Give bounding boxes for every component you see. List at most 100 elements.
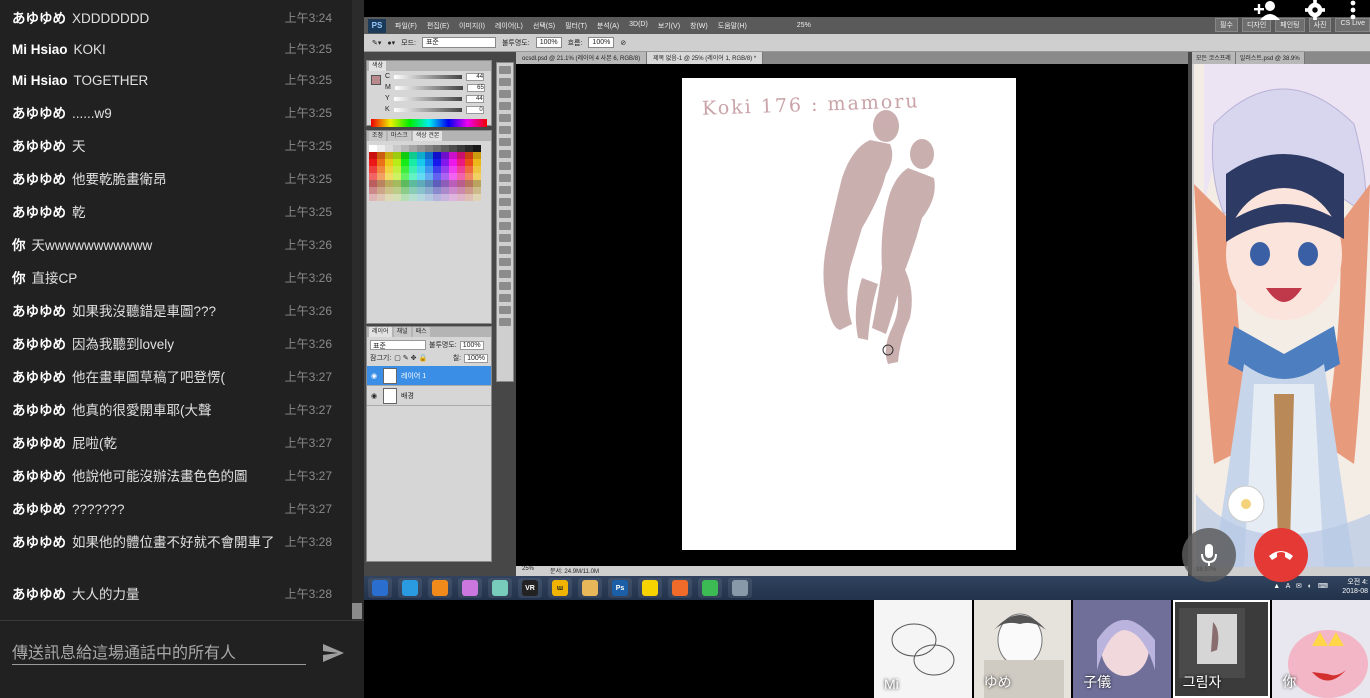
color-swatch[interactable] (409, 173, 417, 180)
tool-icon[interactable] (499, 258, 511, 266)
color-swatch[interactable] (449, 173, 457, 180)
color-swatch[interactable] (385, 159, 393, 166)
color-swatch[interactable] (457, 166, 465, 173)
taskbar-app-icon[interactable] (368, 578, 392, 598)
color-swatch[interactable] (465, 187, 473, 194)
system-tray[interactable]: ▲ A ✉ ◐ ⌨ (1273, 582, 1330, 590)
channel-slider[interactable] (394, 85, 463, 90)
color-swatch[interactable] (377, 187, 385, 194)
chat-scrollbar[interactable] (352, 0, 364, 620)
color-swatch[interactable] (417, 173, 425, 180)
color-swatch[interactable] (433, 166, 441, 173)
participant-tile[interactable]: 子儀 (1073, 600, 1171, 698)
tool-icon[interactable] (499, 66, 511, 74)
color-swatch[interactable] (457, 152, 465, 159)
status-zoom[interactable]: 25% (522, 566, 534, 576)
menu-item[interactable]: 선택(S) (528, 21, 560, 31)
color-swatch[interactable] (449, 159, 457, 166)
menu-item[interactable]: 이미지(I) (454, 21, 490, 31)
color-swatch[interactable] (425, 187, 433, 194)
color-swatch[interactable] (401, 152, 409, 159)
hang-up-button[interactable] (1254, 528, 1308, 582)
color-swatch[interactable] (385, 145, 393, 152)
color-swatch[interactable] (473, 159, 481, 166)
blend-mode-select[interactable]: 표준 (370, 340, 426, 350)
color-swatch[interactable] (369, 159, 377, 166)
color-swatch[interactable] (385, 173, 393, 180)
taskbar-app-icon[interactable] (638, 578, 662, 598)
taskbar-app-icon[interactable] (578, 578, 602, 598)
channel-slider[interactable] (393, 96, 462, 101)
color-swatch[interactable] (377, 159, 385, 166)
tool-icon[interactable] (499, 270, 511, 278)
tool-icon[interactable] (499, 162, 511, 170)
tool-icon[interactable] (499, 114, 511, 122)
color-swatch[interactable] (433, 159, 441, 166)
color-swatch[interactable] (377, 145, 385, 152)
color-swatch[interactable] (449, 166, 457, 173)
channel-value[interactable]: 44 (465, 94, 484, 103)
color-swatch[interactable] (465, 145, 473, 152)
tool-icon[interactable] (499, 126, 511, 134)
color-swatch[interactable] (433, 145, 441, 152)
eye-icon[interactable]: ◉ (371, 392, 379, 400)
color-swatch[interactable] (409, 194, 417, 201)
workspace-button[interactable]: CS Live (1335, 18, 1370, 32)
tool-icon[interactable] (499, 246, 511, 254)
color-swatch[interactable] (401, 180, 409, 187)
color-swatch[interactable] (425, 159, 433, 166)
send-button[interactable] (320, 641, 346, 665)
color-swatch[interactable] (433, 180, 441, 187)
tool-icon[interactable] (499, 210, 511, 218)
color-swatch[interactable] (457, 173, 465, 180)
menu-item[interactable]: 도움말(H) (713, 21, 752, 31)
color-swatch[interactable] (417, 145, 425, 152)
channel-value[interactable]: 0 (465, 105, 484, 114)
color-swatch[interactable] (473, 173, 481, 180)
color-swatch[interactable] (385, 180, 393, 187)
add-person-icon[interactable] (1254, 0, 1280, 20)
color-swatch[interactable] (465, 194, 473, 201)
mode-select[interactable]: 표준 (421, 37, 496, 48)
color-swatch[interactable] (433, 194, 441, 201)
color-swatch[interactable] (393, 187, 401, 194)
document-tab[interactable]: 일러스트.psd @ 38.9% (1235, 52, 1305, 64)
color-swatch[interactable] (473, 187, 481, 194)
color-swatch[interactable] (369, 145, 377, 152)
panel-tab[interactable]: 레이어 (369, 327, 392, 337)
tool-icon[interactable] (499, 234, 511, 242)
channel-value[interactable]: 44 (466, 72, 485, 81)
channel-slider[interactable] (394, 74, 463, 79)
menu-item[interactable]: 창(W) (685, 21, 713, 31)
color-swatch[interactable] (369, 173, 377, 180)
color-swatch[interactable] (457, 145, 465, 152)
layer-row[interactable]: ◉ 배경 (367, 386, 491, 406)
eye-icon[interactable]: ◉ (371, 372, 379, 380)
brush-size-icon[interactable]: ●▾ (387, 39, 395, 47)
color-swatch[interactable] (377, 173, 385, 180)
color-swatch[interactable] (473, 152, 481, 159)
tool-icon[interactable] (499, 186, 511, 194)
color-swatch[interactable] (441, 194, 449, 201)
message-input[interactable] (12, 643, 306, 665)
color-swatch[interactable] (385, 194, 393, 201)
taskbar-clock[interactable]: 오전 4: 2018-08 (1342, 578, 1368, 596)
color-swatch[interactable] (369, 166, 377, 173)
color-swatch[interactable] (377, 194, 385, 201)
color-swatch[interactable] (425, 173, 433, 180)
participant-tile[interactable]: 你 (1272, 600, 1370, 698)
color-swatch[interactable] (409, 187, 417, 194)
color-swatch[interactable] (449, 145, 457, 152)
color-swatch[interactable] (385, 187, 393, 194)
color-swatch[interactable] (377, 180, 385, 187)
color-swatch[interactable] (401, 173, 409, 180)
taskbar-app-icon[interactable]: ɯ (548, 578, 572, 598)
color-swatch[interactable] (465, 180, 473, 187)
brush-preset-icon[interactable]: ✎▾ (372, 39, 381, 47)
document-tab[interactable]: ocsdl.psd @ 21.1% (레이어 4 사본 6, RGB/8) (516, 52, 648, 64)
taskbar-app-icon[interactable] (668, 578, 692, 598)
tool-icon[interactable] (499, 198, 511, 206)
document-tab[interactable]: 제목 없음-1 @ 25% (레이어 1, RGB/8) * (647, 52, 764, 64)
color-swatch[interactable] (417, 152, 425, 159)
layer-row[interactable]: ◉ 레이어 1 (367, 366, 491, 386)
